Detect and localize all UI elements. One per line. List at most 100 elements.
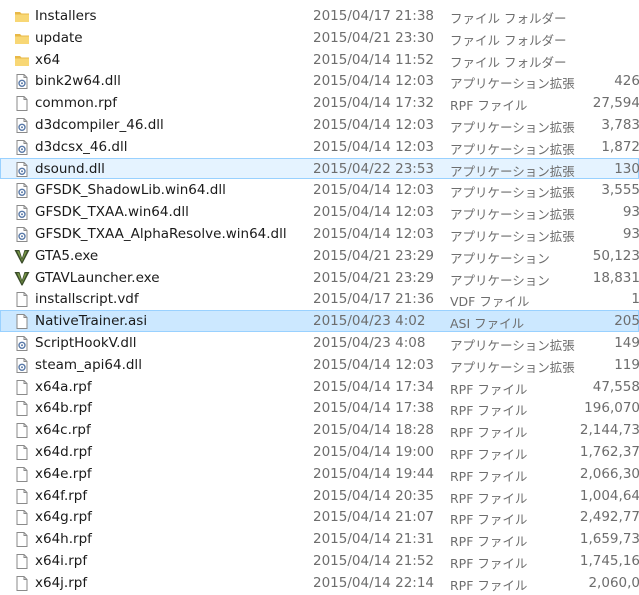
file-size: 3,783	[601, 116, 639, 133]
dll-icon	[14, 183, 30, 199]
file-row[interactable]: x64c.rpf 2015/04/14 18:28 RPF ファイル 2,144,73	[0, 419, 639, 441]
file-date-modified: 2015/04/14 19:00	[313, 443, 435, 460]
file-name: x64c.rpf	[35, 422, 91, 439]
file-date-modified: 2015/04/14 19:44	[313, 465, 435, 482]
file-row[interactable]: GFSDK_TXAA_AlphaResolve.win64.dll 2015/04…	[0, 223, 639, 245]
file-size: 1,745,16	[579, 552, 639, 569]
file-icon	[14, 532, 30, 548]
file-name: GTA5.exe	[35, 247, 99, 264]
file-row[interactable]: dsound.dll 2015/04/22 23:53 アプリケーション拡張 130	[0, 157, 639, 180]
file-type: アプリケーション拡張	[450, 163, 575, 179]
file-date-modified: 2015/04/21 23:30	[313, 29, 435, 46]
file-row[interactable]: x64h.rpf 2015/04/14 21:31 RPF ファイル 1,659,73	[0, 528, 639, 550]
file-date-modified: 2015/04/14 20:35	[313, 487, 435, 504]
file-type: アプリケーション	[450, 250, 550, 266]
gta-v-icon	[14, 249, 30, 264]
file-row[interactable]: GTAVLauncher.exe 2015/04/21 23:29 アプリケーション…	[0, 267, 639, 289]
file-date-modified: 2015/04/14 21:31	[313, 531, 435, 548]
file-name: common.rpf	[35, 95, 117, 112]
file-size: 18,831	[592, 269, 639, 286]
file-date-modified: 2015/04/21 23:29	[313, 269, 435, 286]
file-icon	[14, 510, 30, 526]
file-row[interactable]: installscript.vdf 2015/04/17 21:36 VDF ファイ…	[0, 288, 639, 310]
file-type: RPF ファイル	[450, 403, 528, 419]
file-type: RPF ファイル	[450, 577, 528, 593]
file-name: GFSDK_TXAA_AlphaResolve.win64.dll	[35, 225, 287, 242]
file-type: RPF ファイル	[450, 512, 528, 528]
file-icon	[14, 423, 30, 439]
file-size: 196,070	[584, 400, 639, 417]
file-row[interactable]: x64e.rpf 2015/04/14 19:44 RPF ファイル 2,066,30	[0, 463, 639, 485]
file-date-modified: 2015/04/14 12:03	[313, 116, 435, 133]
dll-icon	[14, 161, 30, 177]
file-row[interactable]: GFSDK_ShadowLib.win64.dll 2015/04/14 12:0…	[0, 179, 639, 201]
file-name: Installers	[35, 8, 97, 24]
file-row[interactable]: bink2w64.dll 2015/04/14 12:03 アプリケーション拡張 42…	[0, 70, 639, 92]
file-row[interactable]: update 2015/04/21 23:30 ファイル フォルダー	[0, 27, 639, 49]
file-date-modified: 2015/04/23 4:08	[313, 334, 426, 351]
file-row[interactable]: d3dcompiler_46.dll 2015/04/14 12:03 アプリケーシ…	[0, 114, 639, 136]
file-icon	[14, 575, 30, 591]
file-row[interactable]: x64b.rpf 2015/04/14 17:38 RPF ファイル 196,070	[0, 397, 639, 419]
file-icon	[14, 488, 30, 504]
file-type: アプリケーション拡張	[450, 207, 575, 223]
file-type: ASI ファイル	[450, 316, 525, 332]
file-size: 119	[614, 356, 639, 373]
file-name: steam_api64.dll	[35, 356, 142, 373]
file-name: d3dcsx_46.dll	[35, 138, 128, 155]
file-type: アプリケーション拡張	[450, 228, 575, 244]
file-date-modified: 2015/04/14 11:52	[313, 51, 435, 68]
file-name: x64a.rpf	[35, 378, 92, 395]
dll-icon	[14, 205, 30, 221]
file-row[interactable]: x64 2015/04/14 11:52 ファイル フォルダー	[0, 49, 639, 71]
file-size: 93	[622, 204, 639, 221]
file-row[interactable]: ScriptHookV.dll 2015/04/23 4:08 アプリケーション拡張…	[0, 332, 639, 354]
file-type: アプリケーション	[450, 272, 550, 288]
file-type: RPF ファイル	[450, 555, 528, 571]
file-row[interactable]: d3dcsx_46.dll 2015/04/14 12:03 アプリケーション拡張 1…	[0, 136, 639, 158]
file-row[interactable]: steam_api64.dll 2015/04/14 12:03 アプリケーション拡…	[0, 354, 639, 376]
file-type: アプリケーション拡張	[450, 185, 575, 201]
file-date-modified: 2015/04/14 17:32	[313, 95, 435, 112]
gta-v-icon	[14, 271, 30, 286]
file-row[interactable]: NativeTrainer.asi 2015/04/23 4:02 ASI ファイル…	[0, 310, 639, 332]
file-size: 3,555	[601, 182, 639, 199]
file-size: 1,659,73	[579, 531, 639, 548]
file-icon	[14, 401, 30, 417]
file-icon	[14, 444, 30, 460]
file-type: RPF ファイル	[450, 490, 528, 506]
file-type: アプリケーション拡張	[450, 337, 575, 353]
file-row[interactable]: common.rpf 2015/04/14 17:32 RPF ファイル 27,594	[0, 92, 639, 114]
file-size: 93	[622, 225, 639, 242]
dll-icon	[14, 139, 30, 155]
file-name: ScriptHookV.dll	[35, 334, 137, 351]
file-row[interactable]: GTA5.exe 2015/04/21 23:29 アプリケーション 50,123	[0, 245, 639, 267]
file-row[interactable]: x64f.rpf 2015/04/14 20:35 RPF ファイル 1,004,64	[0, 485, 639, 507]
file-name: dsound.dll	[35, 160, 105, 177]
file-type: VDF ファイル	[450, 294, 530, 310]
file-name: x64i.rpf	[35, 552, 88, 569]
file-row[interactable]: x64d.rpf 2015/04/14 19:00 RPF ファイル 1,762,37	[0, 441, 639, 463]
file-row[interactable]: GFSDK_TXAA.win64.dll 2015/04/14 12:03 アプリケ…	[0, 201, 639, 223]
file-date-modified: 2015/04/17 21:38	[313, 8, 435, 24]
file-row[interactable]: x64a.rpf 2015/04/14 17:34 RPF ファイル 47,558	[0, 376, 639, 398]
file-row[interactable]: Installers 2015/04/17 21:38 ファイル フォルダー	[0, 5, 639, 27]
file-type: アプリケーション拡張	[450, 141, 575, 157]
file-list: Installers 2015/04/17 21:38 ファイル フォルダー upda…	[0, 5, 639, 594]
file-date-modified: 2015/04/14 12:03	[313, 225, 435, 242]
file-name: x64h.rpf	[35, 531, 92, 548]
file-name: x64f.rpf	[35, 487, 88, 504]
file-name: GTAVLauncher.exe	[35, 269, 160, 286]
dll-icon	[14, 117, 30, 133]
file-size: 205	[614, 313, 639, 330]
file-date-modified: 2015/04/14 21:52	[313, 552, 435, 569]
file-name: update	[35, 29, 83, 46]
file-row[interactable]: x64g.rpf 2015/04/14 21:07 RPF ファイル 2,492,77	[0, 506, 639, 528]
file-name: installscript.vdf	[35, 291, 139, 308]
file-row[interactable]: x64i.rpf 2015/04/14 21:52 RPF ファイル 1,745,16	[0, 550, 639, 572]
file-size: 2,144,73	[579, 422, 639, 439]
file-type: アプリケーション拡張	[450, 119, 575, 135]
file-size: 2,066,30	[579, 465, 639, 482]
file-size: 27,594	[592, 95, 639, 112]
file-name: x64	[35, 51, 61, 68]
